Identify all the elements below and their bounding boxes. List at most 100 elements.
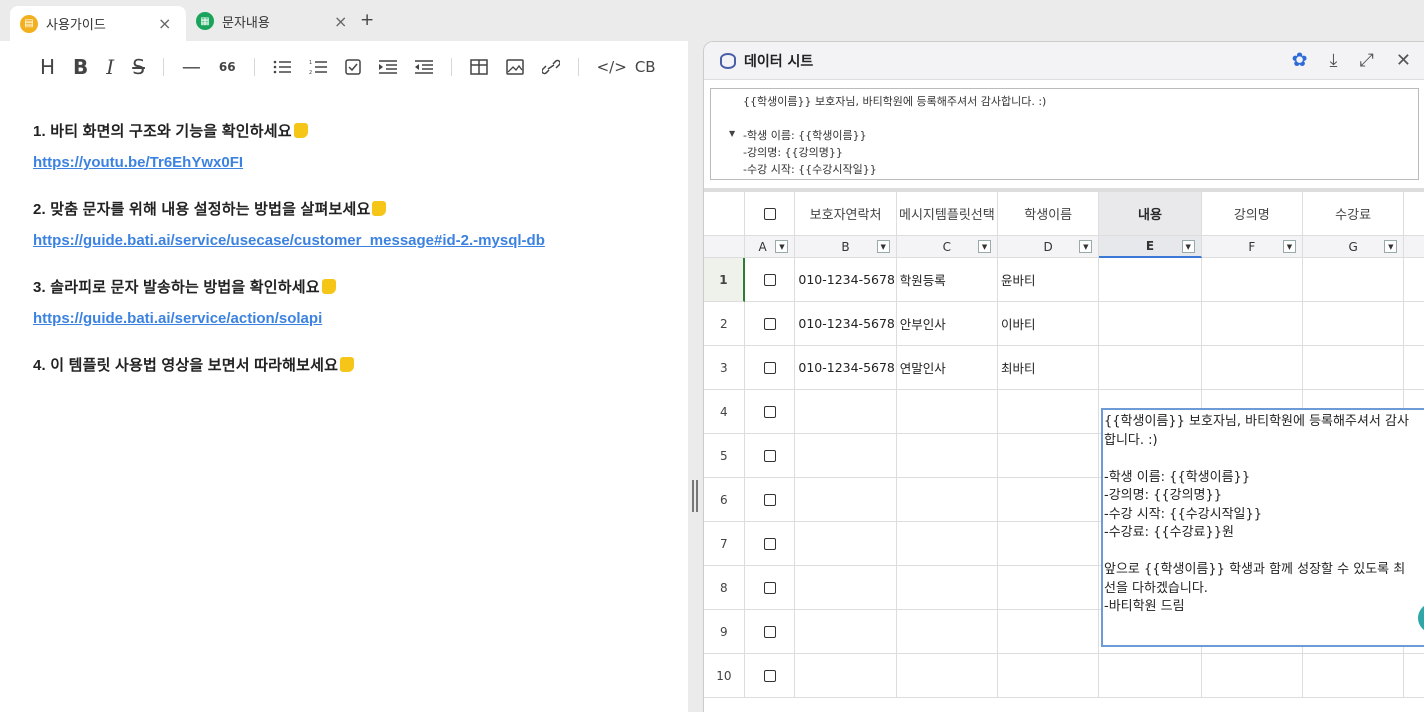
horizontal-rule-button[interactable]: —: [182, 56, 201, 78]
checklist-icon[interactable]: [344, 59, 361, 75]
checkbox-icon[interactable]: [763, 449, 776, 462]
cell-template[interactable]: 학원등록: [896, 258, 999, 302]
select-all-checkbox[interactable]: [744, 192, 796, 236]
cell-fee[interactable]: [1302, 258, 1405, 302]
column-header[interactable]: 메시지템플릿선택: [896, 192, 999, 236]
row-number[interactable]: 5: [704, 434, 745, 478]
row-checkbox[interactable]: [744, 302, 796, 346]
column-header[interactable]: 학생이름: [998, 192, 1100, 236]
cell-phone[interactable]: [795, 654, 897, 698]
bullet-list-icon[interactable]: [273, 59, 291, 75]
expand-icon[interactable]: ⤢: [1360, 50, 1374, 71]
cell-phone[interactable]: 010-1234-5678: [795, 302, 897, 346]
column-letter-selected[interactable]: E ▼: [1099, 236, 1202, 258]
cell-template[interactable]: 연말인사: [896, 346, 999, 390]
cell-student-name[interactable]: 이바티: [998, 302, 1100, 346]
cell-student-name[interactable]: [998, 478, 1100, 522]
row-number[interactable]: 2: [704, 302, 745, 346]
cell-student-name[interactable]: 윤바티: [998, 258, 1100, 302]
checkbox-icon[interactable]: [763, 207, 776, 220]
cell-fee[interactable]: [1302, 302, 1405, 346]
cell-content[interactable]: [1099, 302, 1202, 346]
cell-phone[interactable]: [795, 522, 897, 566]
column-header[interactable]: 수강료: [1302, 192, 1405, 236]
cell-phone[interactable]: [795, 434, 897, 478]
collapse-arrow-icon[interactable]: ▼: [729, 129, 735, 138]
row-checkbox[interactable]: [744, 566, 796, 610]
cell-content[interactable]: [1099, 258, 1202, 302]
splitter-grip-icon[interactable]: [692, 480, 698, 512]
row-number[interactable]: 1: [704, 258, 745, 302]
cell-phone[interactable]: [795, 610, 897, 654]
formula-bar[interactable]: ▼ {{학생이름}} 보호자님, 바티학원에 등록해주셔서 감사합니다. :) …: [710, 88, 1419, 180]
cell-student-name[interactable]: [998, 390, 1100, 434]
panel-splitter[interactable]: [689, 41, 701, 712]
ordered-list-icon[interactable]: 12: [309, 59, 327, 75]
code-button[interactable]: </>: [597, 58, 627, 76]
cell-student-name[interactable]: [998, 566, 1100, 610]
column-header-selected[interactable]: 내용: [1099, 192, 1202, 236]
row-checkbox[interactable]: [744, 390, 796, 434]
checkbox-icon[interactable]: [763, 537, 776, 550]
cell-student-name[interactable]: [998, 610, 1100, 654]
cell-template[interactable]: [896, 610, 999, 654]
row-number[interactable]: 6: [704, 478, 745, 522]
guide-item-link[interactable]: https://guide.bati.ai/service/usecase/cu…: [33, 232, 673, 249]
cell-phone[interactable]: [795, 478, 897, 522]
row-checkbox[interactable]: [744, 258, 796, 302]
checkbox-icon[interactable]: [763, 493, 776, 506]
cell-extra[interactable]: [1404, 346, 1424, 390]
dropdown-icon[interactable]: ▼: [1282, 240, 1296, 253]
cell-fee[interactable]: [1302, 654, 1405, 698]
dropdown-icon[interactable]: ▼: [1181, 240, 1195, 253]
checkbox-icon[interactable]: [763, 273, 776, 286]
cell-content[interactable]: [1099, 346, 1202, 390]
codeblock-button[interactable]: CB: [635, 58, 656, 76]
download-icon[interactable]: ⤓: [1330, 50, 1338, 71]
cell-phone[interactable]: 010-1234-5678: [795, 346, 897, 390]
checkbox-icon[interactable]: [763, 317, 776, 330]
new-tab-button[interactable]: +: [360, 10, 374, 30]
heading-button[interactable]: H: [40, 55, 55, 79]
cell-template[interactable]: 안부인사: [896, 302, 999, 346]
column-letter[interactable]: F ▼: [1201, 236, 1303, 258]
column-letter[interactable]: A ▼: [744, 236, 796, 258]
cell-content[interactable]: [1099, 654, 1202, 698]
checkbox-icon[interactable]: [763, 581, 776, 594]
cell-phone[interactable]: 010-1234-5678: [795, 258, 897, 302]
cell-template[interactable]: [896, 566, 999, 610]
cell-extra[interactable]: [1404, 654, 1424, 698]
column-header[interactable]: [1404, 192, 1424, 236]
outdent-icon[interactable]: [414, 59, 433, 75]
close-icon[interactable]: ✕: [1396, 50, 1411, 71]
row-checkbox[interactable]: [744, 434, 796, 478]
guide-item-link[interactable]: https://youtu.be/Tr6EhYwx0FI: [33, 154, 673, 171]
cell-student-name[interactable]: [998, 522, 1100, 566]
row-number[interactable]: 7: [704, 522, 745, 566]
dropdown-icon[interactable]: ▼: [775, 240, 789, 253]
checkbox-icon[interactable]: [763, 625, 776, 638]
link-icon[interactable]: [541, 59, 560, 75]
row-checkbox[interactable]: [744, 478, 796, 522]
bold-button[interactable]: B: [73, 55, 88, 79]
formula-text[interactable]: {{학생이름}} 보호자님, 바티학원에 등록해주셔서 감사합니다. :) -학…: [743, 93, 1046, 178]
cell-extra[interactable]: [1404, 302, 1424, 346]
column-letter[interactable]: C ▼: [896, 236, 999, 258]
cell-editor-popup[interactable]: {{학생이름}} 보호자님, 바티학원에 등록해주셔서 감사 합니다. :) -…: [1101, 408, 1424, 647]
cell-course[interactable]: [1201, 346, 1303, 390]
row-checkbox[interactable]: [744, 346, 796, 390]
cell-phone[interactable]: [795, 566, 897, 610]
tab-guide[interactable]: ▤ 사용가이드 ×: [10, 6, 186, 41]
column-header[interactable]: 보호자연락처: [795, 192, 897, 236]
cell-course[interactable]: [1201, 258, 1303, 302]
strike-button[interactable]: S: [132, 55, 145, 79]
close-icon[interactable]: ×: [334, 12, 347, 31]
dropdown-icon[interactable]: ▼: [978, 240, 992, 253]
cell-student-name[interactable]: [998, 434, 1100, 478]
cell-template[interactable]: [896, 478, 999, 522]
checkbox-icon[interactable]: [763, 405, 776, 418]
dropdown-icon[interactable]: ▼: [1384, 240, 1398, 253]
row-checkbox[interactable]: [744, 654, 796, 698]
cell-course[interactable]: [1201, 654, 1303, 698]
cell-template[interactable]: [896, 390, 999, 434]
